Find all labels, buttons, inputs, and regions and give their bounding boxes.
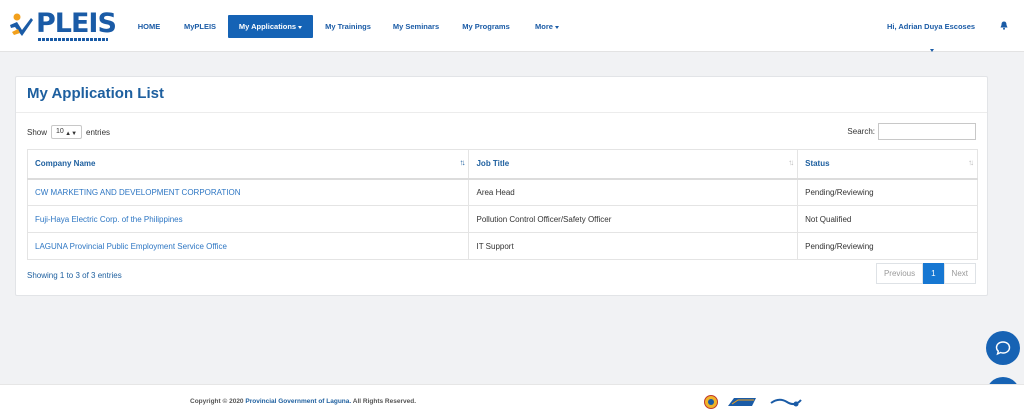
- column-header-company[interactable]: Company Name ↑↓: [26, 149, 470, 180]
- column-header-label: Status: [805, 159, 830, 169]
- nav-my-applications-label: My Applications: [238, 22, 297, 31]
- column-header-job-title[interactable]: Job Title ↑↓: [468, 149, 799, 180]
- chevron-down-icon: [298, 25, 303, 29]
- table-row: CW MARKETING AND DEVELOPMENT CORPORATION…: [26, 178, 978, 206]
- search-control: Search:: [847, 123, 976, 140]
- applications-table: Company Name ↑↓ Job Title ↑↓ Status ↑↓ CW M…: [26, 149, 978, 260]
- pleis-logo[interactable]: PLEIS: [8, 8, 117, 44]
- column-header-status[interactable]: Status ↑↓: [797, 149, 978, 180]
- status-cell: Not Qualified: [797, 205, 978, 233]
- organization-link[interactable]: Provincial Government of Laguna.: [245, 398, 351, 405]
- job-title-cell: Pollution Control Officer/Safety Officer: [468, 205, 799, 233]
- sort-icon: ↑↓: [459, 158, 465, 167]
- column-header-label: Company Name: [35, 159, 96, 169]
- select-arrows-icon: ▲▼: [65, 131, 78, 137]
- table-row: LAGUNA Provincial Public Employment Serv…: [26, 232, 978, 260]
- status-cell: Pending/Reviewing: [797, 232, 978, 260]
- nav-mypleis[interactable]: MyPLEIS: [180, 15, 220, 38]
- company-link[interactable]: Fuji-Haya Electric Corp. of the Philippi…: [26, 205, 470, 233]
- ramil-logo-icon: [728, 398, 756, 406]
- show-label: Show: [27, 127, 48, 137]
- search-label: Search:: [847, 127, 875, 136]
- copyright-prefix: Copyright © 2020: [190, 398, 244, 405]
- chat-icon: [995, 341, 1011, 356]
- previous-page-button[interactable]: Previous: [875, 263, 924, 284]
- entries-select[interactable]: 10 ▲▼: [51, 125, 83, 139]
- table-info: Showing 1 to 3 of 3 entries: [27, 271, 122, 280]
- nav-home[interactable]: HOME: [131, 15, 167, 38]
- application-list-card: My Application List Show 10 ▲▼ entries Se…: [15, 76, 988, 296]
- pagination: Previous 1 Next: [875, 263, 976, 284]
- table-header-row: Company Name ↑↓ Job Title ↑↓ Status ↑↓: [26, 149, 978, 180]
- nav-my-programs[interactable]: My Programs: [460, 15, 512, 38]
- card-header: My Application List: [16, 77, 987, 113]
- laguna-seal-icon: [704, 395, 718, 409]
- column-header-label: Job Title: [476, 159, 510, 169]
- nav-more[interactable]: More: [530, 15, 564, 38]
- partner-logo-icon: [770, 398, 802, 407]
- bell-icon[interactable]: [1000, 21, 1008, 30]
- nav-my-applications[interactable]: My Applications: [228, 15, 313, 38]
- page-1-button[interactable]: 1: [923, 263, 944, 284]
- copyright-text: Copyright © 2020 Provincial Government o…: [190, 398, 416, 405]
- status-cell: Pending/Reviewing: [797, 178, 978, 206]
- entries-label: entries: [86, 127, 111, 137]
- chat-button[interactable]: [986, 331, 1020, 365]
- entries-select-value: 10: [56, 128, 64, 135]
- logo-tagline: [38, 38, 108, 41]
- nav-my-trainings[interactable]: My Trainings: [322, 15, 374, 38]
- nav-more-label: More: [535, 22, 553, 31]
- page-title: My Application List: [27, 85, 164, 102]
- chevron-down-icon: [554, 25, 559, 29]
- nav-my-seminars[interactable]: My Seminars: [390, 15, 442, 38]
- company-link[interactable]: LAGUNA Provincial Public Employment Serv…: [26, 232, 470, 260]
- logo-mark-icon: [10, 13, 33, 36]
- job-title-cell: IT Support: [468, 232, 799, 260]
- page-footer: Copyright © 2020 Provincial Government o…: [0, 384, 1024, 415]
- sort-icon: ↑↓: [788, 158, 794, 167]
- entries-length-control: Show 10 ▲▼ entries: [27, 125, 110, 139]
- sort-icon: ↑↓: [968, 158, 974, 167]
- logo-text: PLEIS: [36, 8, 117, 39]
- company-link[interactable]: CW MARKETING AND DEVELOPMENT CORPORATION: [26, 178, 470, 206]
- top-navbar: PLEIS HOME MyPLEIS My Applications My Tr…: [0, 0, 1024, 52]
- chevron-down-icon: [930, 48, 934, 52]
- search-input[interactable]: [878, 123, 976, 140]
- table-row: Fuji-Haya Electric Corp. of the Philippi…: [26, 205, 978, 233]
- rights-text: All Rights Reserved.: [352, 398, 416, 405]
- next-page-button[interactable]: Next: [943, 263, 976, 284]
- user-menu[interactable]: Hi, Adrian Duya Escoses: [884, 15, 978, 52]
- user-name: Hi, Adrian Duya Escoses: [886, 22, 976, 31]
- job-title-cell: Area Head: [468, 178, 799, 206]
